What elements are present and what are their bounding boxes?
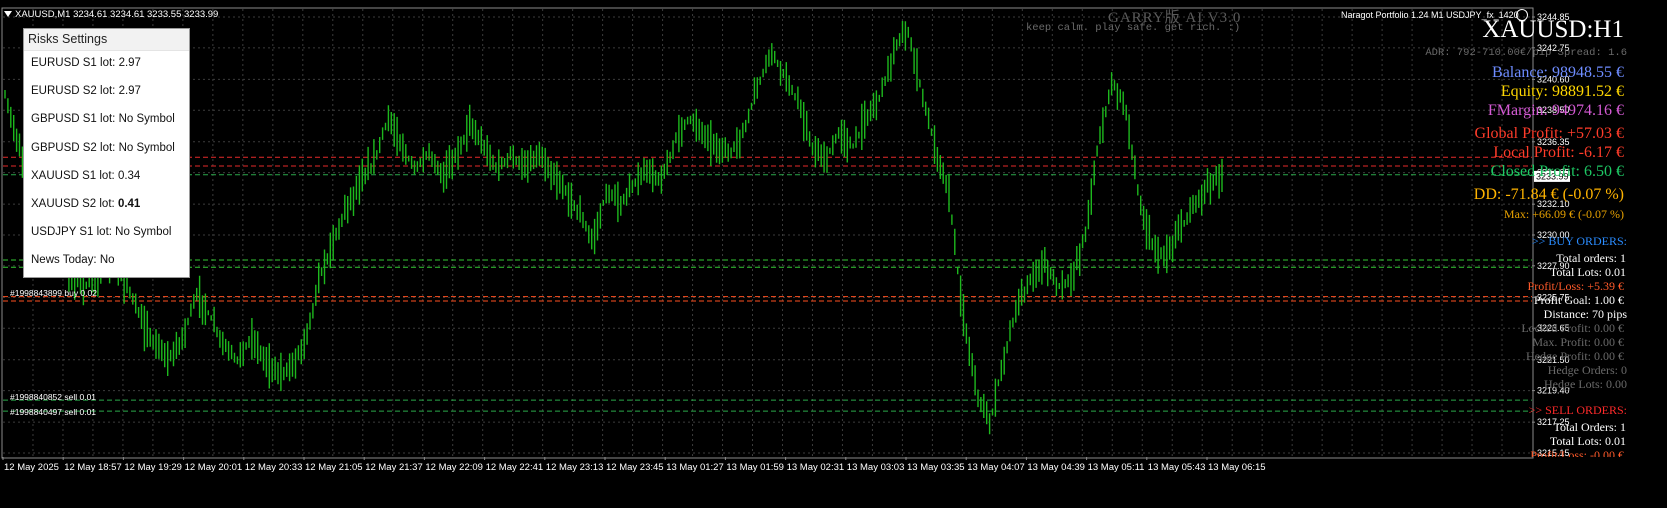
time-tick-label: 13 May 04:39 (1027, 462, 1085, 473)
sell-profit-loss: Profit/Loss: -0.00 € (1530, 448, 1624, 457)
time-tick-label: 13 May 04:07 (967, 462, 1025, 473)
time-tick-label: 13 May 05:43 (1148, 462, 1206, 473)
buy-total-lots: Total Lots: 0.01 (1549, 265, 1626, 279)
time-tick-label: 12 May 22:41 (486, 462, 544, 473)
stats-adr: ADR: 792-710.00€/pip Spread: 1.6 (1425, 47, 1627, 59)
order-label-sell-2: #1998840497 sell 0.01 (10, 407, 97, 417)
time-tick-label: 13 May 01:59 (726, 462, 784, 473)
buy-hedge-profit: Hedge Profit: 0.00 € (1526, 349, 1624, 363)
stats-max: Max: +66.09 € (-0.07 %) (1503, 207, 1624, 221)
stats-balance: Balance: 98948.55 € (1492, 64, 1624, 81)
sell-total-orders: Total Orders: 1 (1553, 420, 1626, 434)
risk-row: XAUUSD S2 lot: 0.41 (31, 198, 141, 210)
time-tick-label: 12 May 23:45 (606, 462, 664, 473)
risk-row: GBPUSD S2 lot: No Symbol (31, 142, 175, 154)
buy-distance: Distance: 70 pips (1543, 307, 1627, 321)
time-tick-label: 12 May 21:05 (305, 462, 363, 473)
time-tick-label: 13 May 05:11 (1088, 462, 1145, 473)
risk-row: News Today: No (31, 254, 115, 266)
dropdown-triangle-icon[interactable] (4, 11, 12, 17)
time-tick-label: 13 May 01:27 (666, 462, 724, 473)
buy-locked-profit: Locked Profit: 0.00 € (1521, 321, 1624, 335)
stats-local-profit: Local Profit: -6.17 € (1493, 144, 1624, 161)
order-label-overlap: #1998843899 buy 0.02 (10, 288, 97, 298)
stats-symbol: XAUUSD:H1 (1482, 16, 1624, 43)
risk-row: XAUUSD S1 lot: 0.34 (31, 170, 141, 182)
time-tick-label: 12 May 19:29 (124, 462, 182, 473)
buy-max-profit: Max. Profit: 0.00 € (1532, 335, 1624, 349)
time-tick-label: 12 May 20:33 (245, 462, 303, 473)
time-tick-label: 13 May 03:03 (847, 462, 905, 473)
symbol-info-text: XAUUSD,M1 3234.61 3234.61 3233.55 3233.9… (15, 9, 219, 20)
ea-motto: keep calm. play safe. get rich. :) (1026, 22, 1241, 34)
sell-total-lots: Total Lots: 0.01 (1549, 434, 1626, 448)
stats-closed-profit: Closed Profit: 6.50 € (1490, 163, 1624, 180)
stats-dd: DD: -71.84 € (-0.07 %) (1473, 186, 1624, 203)
time-tick-label: 13 May 06:15 (1208, 462, 1266, 473)
time-tick-label: 12 May 18:57 (64, 462, 122, 473)
stats-fmargin: FMargin: 94974.16 € (1487, 102, 1624, 119)
risk-row: GBPUSD S1 lot: No Symbol (31, 113, 175, 125)
buy-profit-goal: Profit Goal: 1.00 € (1534, 293, 1624, 307)
buy-hedge-orders: Hedge Orders: 0 (1547, 363, 1627, 377)
risk-settings-panel[interactable]: Risks Settings EURUSD S1 lot: 2.97 EURUS… (23, 28, 190, 278)
chart-background (0, 0, 1667, 508)
risk-row: USDJPY S1 lot: No Symbol (31, 226, 172, 238)
risk-row: EURUSD S1 lot: 2.97 (31, 57, 141, 69)
stats-global-profit: Global Profit: +57.03 € (1474, 125, 1624, 142)
symbol-header: XAUUSD,M1 3234.61 3234.61 3233.55 3233.9… (4, 9, 218, 20)
stats-equity: Equity: 98891.52 € (1500, 83, 1624, 100)
risk-settings-title: Risks Settings (24, 29, 189, 51)
order-label-sell-1: #1998840852 sell 0.01 (10, 392, 97, 402)
time-tick-label: 12 May 2025 (4, 462, 59, 473)
time-tick-label: 12 May 22:09 (425, 462, 483, 473)
risk-row: EURUSD S2 lot: 2.97 (31, 85, 141, 97)
buy-orders-header: >> BUY ORDERS: (1531, 234, 1627, 248)
time-tick-label: 12 May 23:13 (546, 462, 604, 473)
time-tick-label: 12 May 21:37 (365, 462, 423, 473)
price-chart[interactable]: 3244.853242.753240.603238.503236.353234.… (0, 0, 1667, 508)
time-tick-label: 13 May 02:31 (787, 462, 845, 473)
time-tick-label: 13 May 03:35 (907, 462, 965, 473)
buy-profit-loss: Profit/Loss: +5.39 € (1527, 279, 1624, 293)
buy-hedge-lots: Hedge Lots: 0.00 (1544, 377, 1627, 391)
sell-orders-header: >> SELL ORDERS: (1528, 403, 1627, 417)
time-tick-label: 12 May 20:01 (185, 462, 243, 473)
buy-total-orders: Total orders: 1 (1556, 251, 1626, 265)
